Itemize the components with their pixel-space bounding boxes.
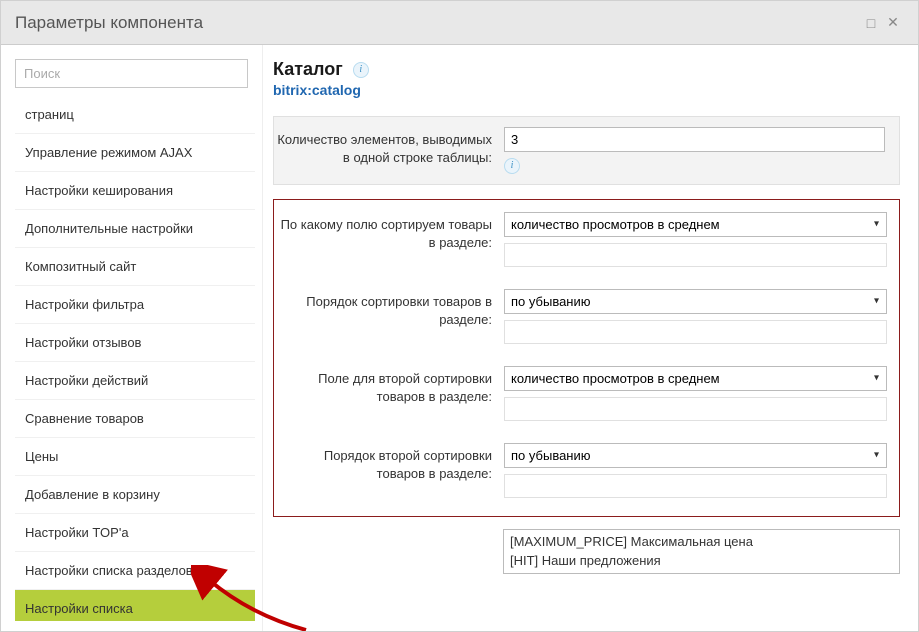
- sidebar-item[interactable]: Композитный сайт: [15, 248, 255, 286]
- sidebar: страниц Управление режимом AJAX Настройк…: [1, 45, 263, 631]
- component-name: bitrix:catalog: [273, 82, 900, 98]
- sort2-field-select[interactable]: количество просмотров в среднем: [504, 366, 887, 391]
- sort2-order-select[interactable]: по убыванию: [504, 443, 887, 468]
- info-icon[interactable]: i: [504, 158, 520, 174]
- sidebar-item[interactable]: Настройки действий: [15, 362, 255, 400]
- sidebar-item[interactable]: Цены: [15, 438, 255, 476]
- sidebar-item[interactable]: Настройки списка разделов: [15, 552, 255, 590]
- field-label: Порядок сортировки товаров в разделе:: [274, 289, 504, 329]
- spacer: [273, 529, 503, 574]
- window-body: страниц Управление режимом AJAX Настройк…: [1, 45, 918, 631]
- maximize-icon[interactable]: □: [860, 12, 882, 34]
- sort2-order-extra-input[interactable]: [504, 474, 887, 498]
- main-panel[interactable]: Каталог i bitrix:catalog Количество элем…: [263, 45, 918, 631]
- highlighted-sort-settings: По какому полю сортируем товары в раздел…: [273, 199, 900, 517]
- sidebar-item[interactable]: Сравнение товаров: [15, 400, 255, 438]
- field-label: Поле для второй сортировки товаров в раз…: [274, 366, 504, 406]
- sidebar-item[interactable]: Настройки отзывов: [15, 324, 255, 362]
- search-input[interactable]: [15, 59, 248, 88]
- properties-listbox[interactable]: [MAXIMUM_PRICE] Максимальная цена [HIT] …: [503, 529, 900, 574]
- sidebar-list[interactable]: страниц Управление режимом AJAX Настройк…: [15, 96, 255, 621]
- sidebar-item[interactable]: Настройки кеширования: [15, 172, 255, 210]
- sort1-field-extra-input[interactable]: [504, 243, 887, 267]
- sort2-field-extra-input[interactable]: [504, 397, 887, 421]
- close-icon[interactable]: ✕: [882, 12, 904, 34]
- elements-per-row-input[interactable]: [504, 127, 885, 152]
- sidebar-item[interactable]: Настройки TOP'а: [15, 514, 255, 552]
- elements-per-row-block: Количество элементов, выводимых в одной …: [273, 116, 900, 185]
- field-label: По какому полю сортируем товары в раздел…: [274, 212, 504, 252]
- sidebar-item[interactable]: Управление режимом AJAX: [15, 134, 255, 172]
- field-label: Количество элементов, выводимых в одной …: [274, 127, 504, 167]
- sidebar-item[interactable]: страниц: [15, 96, 255, 134]
- page-title: Каталог: [273, 59, 343, 80]
- sort1-order-select[interactable]: по убыванию: [504, 289, 887, 314]
- sidebar-item[interactable]: Дополнительные настройки: [15, 210, 255, 248]
- sidebar-item[interactable]: Добавление в корзину: [15, 476, 255, 514]
- sidebar-item[interactable]: Настройки фильтра: [15, 286, 255, 324]
- sort1-field-select[interactable]: количество просмотров в среднем: [504, 212, 887, 237]
- window-title: Параметры компонента: [15, 13, 860, 33]
- titlebar: Параметры компонента □ ✕: [1, 1, 918, 45]
- component-params-window: Параметры компонента □ ✕ страниц Управле…: [0, 0, 919, 632]
- listbox-option[interactable]: [HIT] Наши предложения: [504, 551, 899, 571]
- info-icon[interactable]: i: [353, 62, 369, 78]
- sort1-order-extra-input[interactable]: [504, 320, 887, 344]
- field-label: Порядок второй сортировки товаров в разд…: [274, 443, 504, 483]
- listbox-option[interactable]: [MAXIMUM_PRICE] Максимальная цена: [504, 532, 899, 552]
- sidebar-item-active[interactable]: Настройки списка: [15, 590, 255, 621]
